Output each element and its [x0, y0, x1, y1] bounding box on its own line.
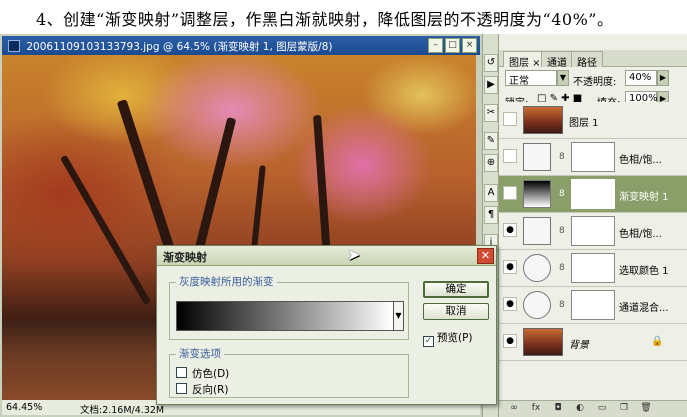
maximize-icon[interactable]: □	[445, 38, 460, 53]
eye-icon[interactable]: ●	[503, 186, 517, 200]
gradient-map-icon	[523, 180, 551, 208]
gradient-group-title: 灰度映射所用的渐变	[176, 274, 277, 289]
actions-icon[interactable]: ▶	[484, 76, 498, 94]
eye-icon[interactable]: ●	[503, 223, 517, 237]
history-icon[interactable]: ↺	[484, 54, 498, 72]
visibility-toggle[interactable]	[503, 149, 517, 163]
layer-list: 图层 1 8 色相/饱... ● 8 渐变映射 1 ● 8 色相/饱... ● …	[499, 102, 687, 368]
gradient-preview[interactable]	[176, 301, 394, 331]
gradient-options-title: 渐变选项	[176, 346, 224, 361]
close-icon[interactable]: ×	[462, 38, 477, 53]
layer-name: 图层 1	[569, 118, 599, 129]
layer-name: 选取颜色 1	[619, 266, 669, 277]
reverse-label[interactable]: 反向(R)	[192, 382, 229, 397]
chevron-down-icon[interactable]: ▼	[557, 70, 569, 86]
eye-icon[interactable]: ●	[503, 297, 517, 311]
layer-row[interactable]: ● 8 色相/饱...	[499, 213, 687, 250]
gradient-group: 灰度映射所用的渐变 ▼	[169, 274, 409, 340]
gradient-options-group: 渐变选项 仿色(D) 反向(R)	[169, 346, 409, 398]
layer-name: 色相/饱...	[619, 229, 662, 240]
link-icon: 8	[559, 189, 565, 199]
paragraph-icon[interactable]: ¶	[484, 206, 498, 224]
dither-checkbox[interactable]	[176, 367, 187, 378]
blend-mode-select[interactable]: 正常	[505, 70, 557, 87]
link-layers-icon[interactable]: ∞	[507, 403, 521, 415]
layer-name: 通道混合...	[619, 303, 669, 314]
preview-option[interactable]: ✓ 预览(P)	[423, 330, 473, 347]
minimize-icon[interactable]: –	[428, 38, 443, 53]
adjustment-icon	[523, 143, 551, 171]
layer-mask[interactable]	[571, 179, 615, 209]
delete-layer-icon[interactable]: 🗑	[639, 403, 653, 415]
brushes-icon[interactable]: ✎	[484, 132, 498, 150]
new-group-icon[interactable]: ▭	[595, 403, 609, 415]
opacity-label: 不透明度:	[573, 77, 617, 88]
layers-footer: ∞ fx ◘ ◐ ▭ ❐ 🗑	[499, 400, 687, 417]
link-icon: 8	[559, 263, 565, 273]
new-adjustment-icon[interactable]: ◐	[573, 403, 587, 415]
ok-button[interactable]: 确定	[423, 281, 489, 298]
tool-presets-icon[interactable]: ✂	[484, 104, 498, 122]
layer-thumbnail	[523, 328, 563, 356]
dialog-title[interactable]: 渐变映射	[157, 246, 496, 266]
photoshop-doc-icon	[8, 40, 20, 52]
opacity-arrow-icon[interactable]: ▶	[657, 70, 669, 86]
layer-mask[interactable]	[571, 142, 615, 172]
dither-label[interactable]: 仿色(D)	[192, 366, 229, 381]
layer-name: 渐变映射 1	[619, 192, 669, 203]
gradient-map-dialog: 渐变映射 ✕ 灰度映射所用的渐变 ▼ 渐变选项 仿色(D) 反向(R) 确定 取…	[156, 245, 497, 405]
layer-row[interactable]: ● 8 选取颜色 1	[499, 250, 687, 287]
link-icon: 8	[559, 226, 565, 236]
reverse-checkbox[interactable]	[176, 383, 187, 394]
tab-channels[interactable]: 通道	[541, 51, 573, 69]
chevron-down-icon[interactable]: ▼	[394, 301, 404, 331]
visibility-toggle[interactable]	[503, 112, 517, 126]
layer-row[interactable]: 8 色相/饱...	[499, 139, 687, 176]
eye-icon[interactable]: ●	[503, 260, 517, 274]
zoom-readout[interactable]: 64.45%	[6, 402, 42, 413]
adjustment-icon	[523, 254, 551, 282]
opacity-input[interactable]: 40%	[625, 70, 657, 86]
link-icon: 8	[559, 300, 565, 310]
layer-mask[interactable]	[571, 290, 615, 320]
layer-name: 背景	[569, 340, 589, 351]
tutorial-caption: 4、创建“渐变映射”调整层，作黑白渐就映射，降低图层的不透明度为“40%”。	[36, 10, 614, 29]
add-mask-icon[interactable]: ◘	[551, 403, 565, 415]
clone-source-icon[interactable]: ⊕	[484, 154, 498, 172]
layer-row[interactable]: ● 8 渐变映射 1	[499, 176, 687, 213]
new-layer-icon[interactable]: ❐	[617, 403, 631, 415]
close-icon[interactable]: ✕	[477, 248, 494, 264]
preview-checkbox[interactable]: ✓	[423, 336, 434, 347]
document-title: 20061109103133793.jpg @ 64.5% (渐变映射 1, 图…	[26, 41, 333, 53]
layer-row[interactable]: ● 8 通道混合...	[499, 287, 687, 324]
layer-row[interactable]: 图层 1	[499, 102, 687, 139]
adjustment-icon	[523, 217, 551, 245]
mouse-pointer-icon: ➤	[347, 245, 361, 264]
layer-row[interactable]: ● 背景 🔒	[499, 324, 687, 361]
adjustment-icon	[523, 291, 551, 319]
doc-size-readout: 文档:2.16M/4.32M	[80, 405, 165, 416]
link-icon: 8	[559, 152, 565, 162]
tab-paths[interactable]: 路径	[571, 51, 603, 69]
layer-style-icon[interactable]: fx	[529, 403, 543, 415]
layer-mask[interactable]	[571, 253, 615, 283]
tree-trunk	[59, 154, 152, 306]
preview-label: 预览(P)	[437, 332, 473, 344]
eye-icon[interactable]: ●	[503, 334, 517, 348]
layer-mask[interactable]	[571, 216, 615, 246]
layer-thumbnail	[523, 106, 563, 134]
layers-panel: 图层 × 通道 路径 正常 ▼ 不透明度: 40% ▶ 锁定: □ ✎ ✚ ■ …	[498, 34, 687, 417]
cancel-button[interactable]: 取消	[423, 303, 489, 320]
document-titlebar[interactable]: 20061109103133793.jpg @ 64.5% (渐变映射 1, 图…	[2, 36, 480, 55]
panel-tabs: 图层 × 通道 路径	[499, 50, 687, 69]
layer-name: 色相/饱...	[619, 155, 662, 166]
character-icon[interactable]: A	[484, 184, 498, 202]
lock-icon: 🔒	[651, 336, 664, 347]
